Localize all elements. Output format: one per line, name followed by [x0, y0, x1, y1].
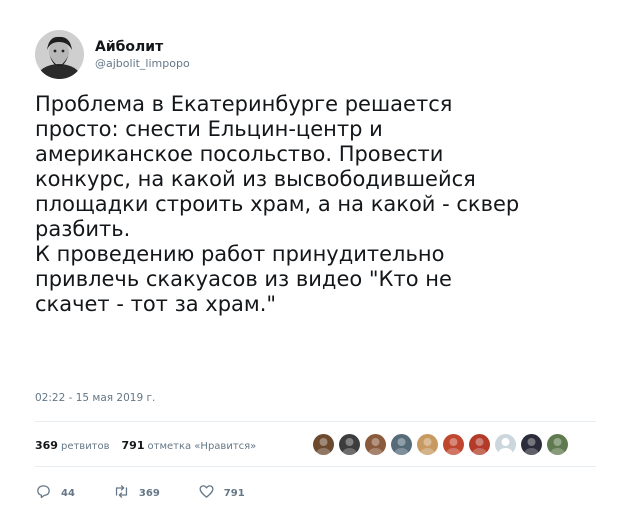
like-button[interactable]: 791	[198, 483, 245, 504]
retweets-stat[interactable]: 369 ретвитов	[35, 439, 110, 452]
reply-count: 44	[61, 488, 75, 499]
tweet-text: Проблема в Екатеринбурге решается просто…	[35, 92, 620, 317]
avatar[interactable]	[35, 30, 84, 79]
reply-button[interactable]: 44	[35, 483, 75, 504]
liker-avatar[interactable]	[520, 433, 543, 456]
engagement-stats: 369 ретвитов 791 отметка «Нравится»	[35, 430, 268, 460]
liker-avatar[interactable]	[468, 433, 491, 456]
tweet-line: площадки строить храм, а на какой - скве…	[35, 192, 520, 216]
liker-avatar[interactable]	[390, 433, 413, 456]
retweets-label: ретвитов	[60, 440, 110, 452]
divider	[35, 421, 596, 422]
retweet-button[interactable]: 369	[113, 483, 160, 504]
liker-avatar[interactable]	[416, 433, 439, 456]
user-handle[interactable]: @ajbolit_limpopo	[95, 56, 190, 72]
likes-count: 791	[121, 438, 145, 452]
liker-avatar[interactable]	[338, 433, 361, 456]
liker-avatar[interactable]	[546, 433, 569, 456]
heart-icon	[198, 483, 215, 504]
tweet: Айболит @ajbolit_limpopo Проблема в Екат…	[0, 0, 631, 513]
tweet-timestamp[interactable]: 02:22 - 15 мая 2019 г.	[35, 392, 155, 404]
tweet-line: разбить.	[35, 217, 131, 241]
user-names: Айболит @ajbolit_limpopo	[95, 38, 190, 72]
likes-label: отметка «Нравится»	[147, 440, 257, 452]
liker-avatar[interactable]	[442, 433, 465, 456]
tweet-line: конкурс, на какой из высвободившейся	[35, 167, 476, 191]
liker-avatars	[312, 433, 572, 456]
retweet-count: 369	[138, 488, 160, 499]
like-count: 791	[223, 488, 245, 499]
default-avatar-icon[interactable]	[494, 433, 517, 456]
tweet-line: скачет - тот за храм."	[35, 292, 277, 316]
retweets-count: 369	[35, 438, 58, 452]
liker-avatar[interactable]	[364, 433, 387, 456]
tweet-actions: 44 369 791	[35, 483, 283, 504]
likes-stat[interactable]: 791 отметка «Нравится»	[122, 439, 257, 452]
tweet-header: Айболит @ajbolit_limpopo	[35, 30, 190, 79]
liker-avatar[interactable]	[312, 433, 335, 456]
tweet-line: американское посольство. Провести	[35, 142, 444, 166]
tweet-line: Проблема в Екатеринбурге решается	[35, 92, 453, 116]
reply-icon	[35, 483, 52, 504]
tweet-line: привлечь скакуасов из видео "Кто не	[35, 267, 452, 291]
tweet-line: просто: снести Ельцин-центр и	[35, 117, 383, 141]
divider	[35, 466, 596, 467]
retweet-icon	[113, 483, 130, 504]
display-name[interactable]: Айболит	[95, 38, 190, 56]
tweet-line: К проведению работ принудительно	[35, 242, 445, 266]
